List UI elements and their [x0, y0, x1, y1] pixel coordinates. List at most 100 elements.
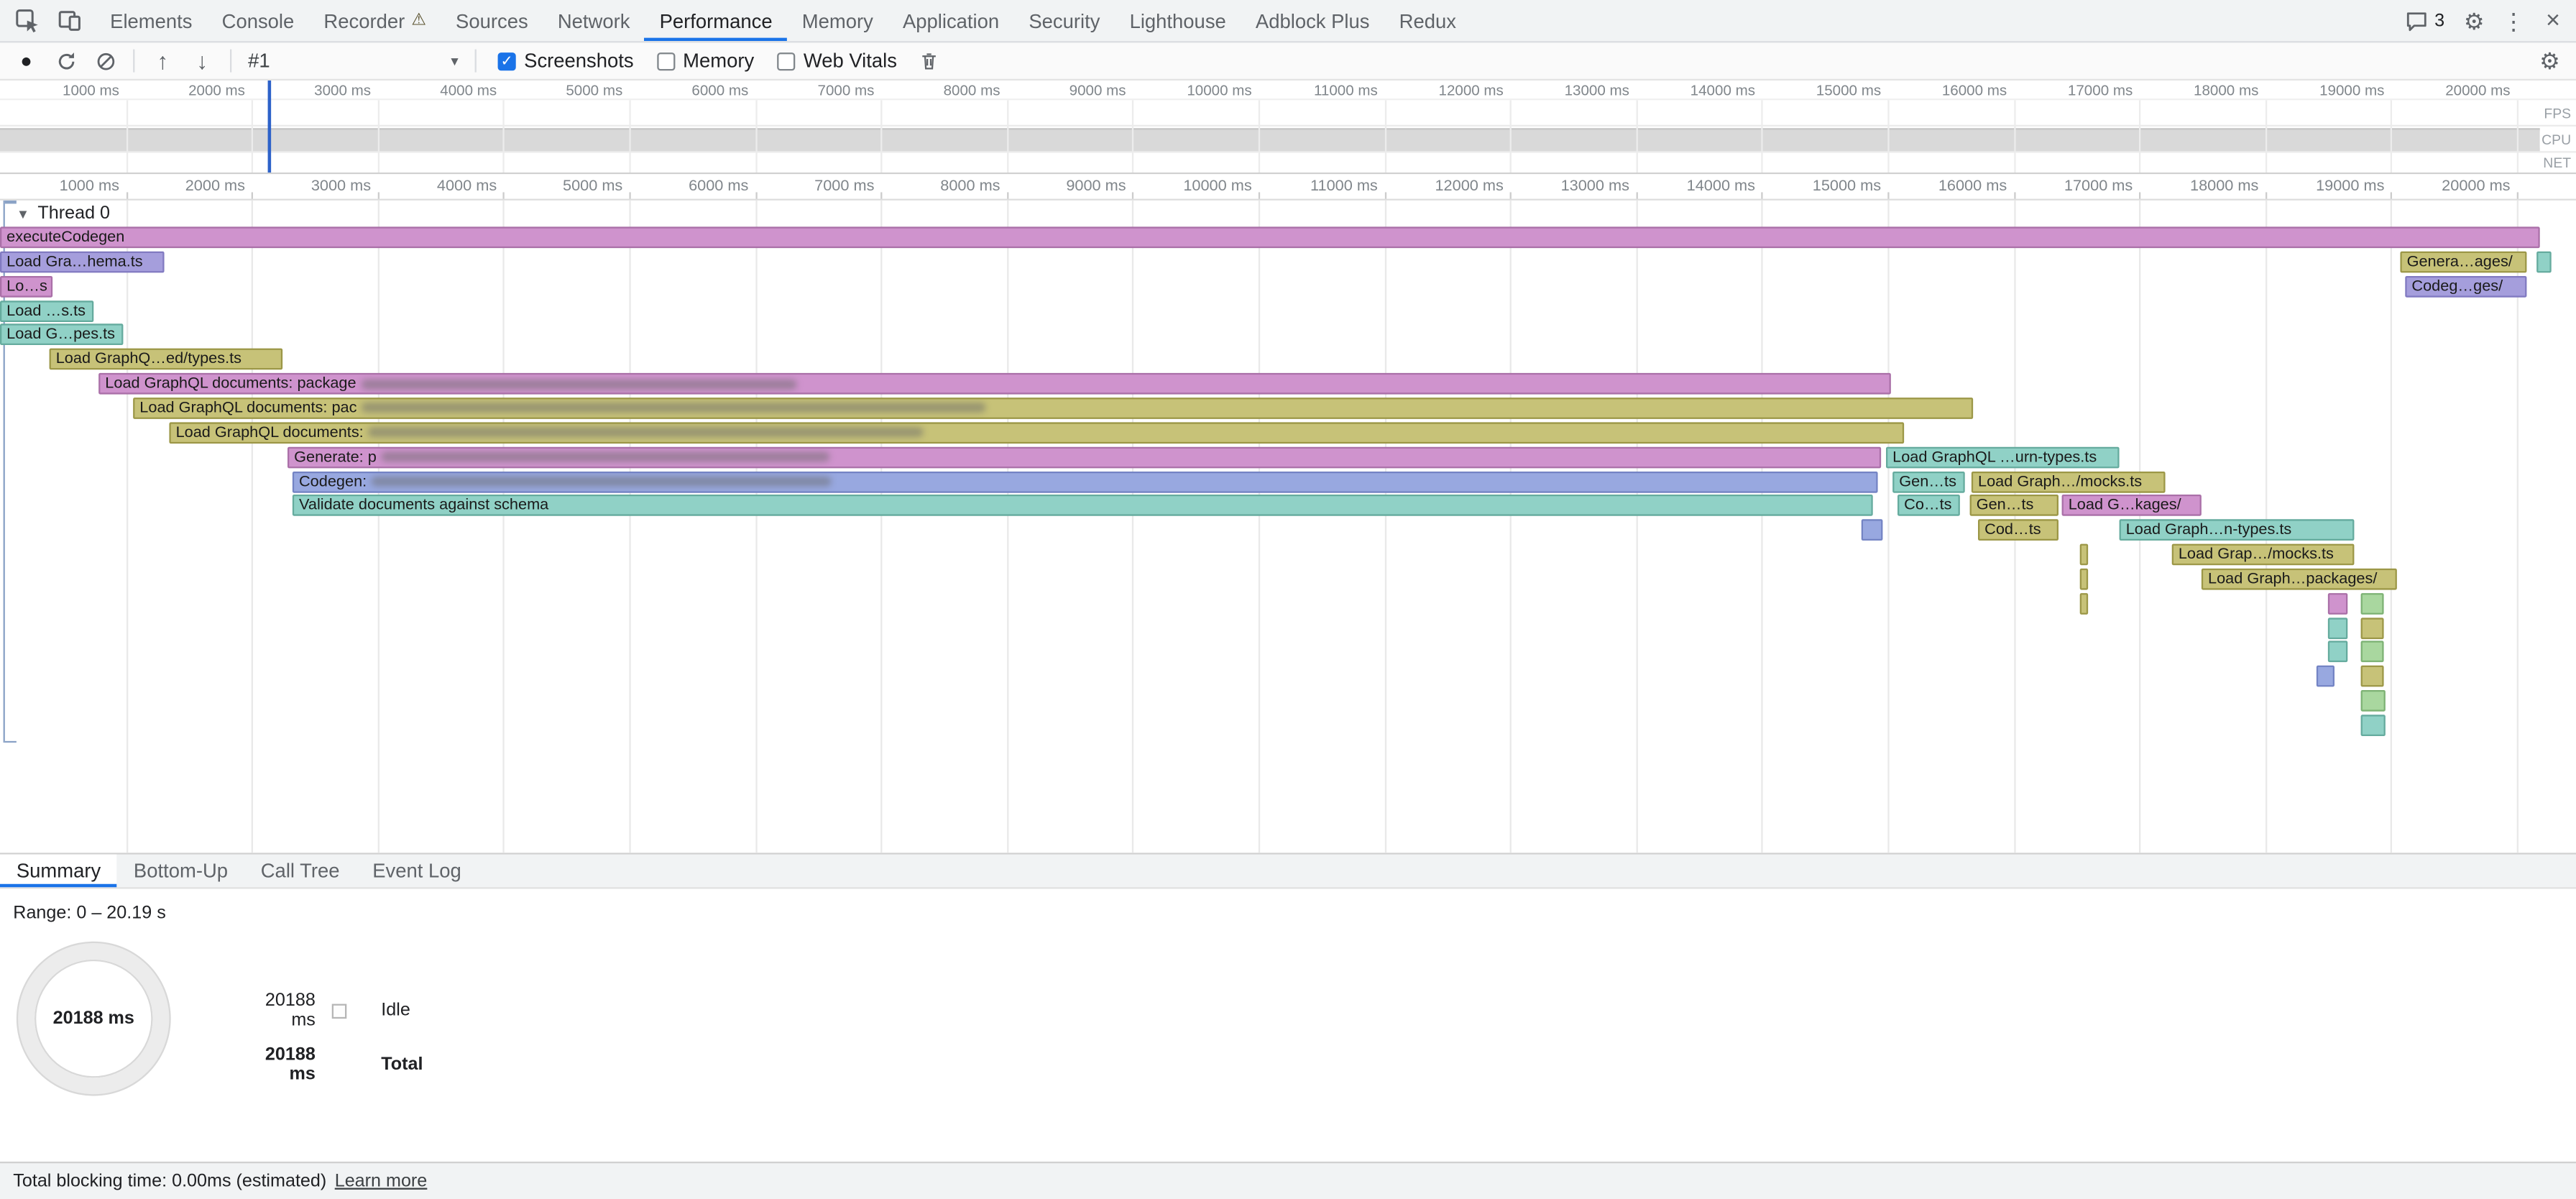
flame-bar[interactable]: Load Gra…hema.ts	[0, 251, 165, 272]
checkbox-box[interactable]	[657, 52, 675, 70]
drawer-tab-event-log[interactable]: Event Log	[356, 855, 477, 888]
checkbox-web-vitals[interactable]: Web Vitals	[777, 50, 897, 73]
record-button[interactable]: ●	[6, 42, 46, 78]
redacted-text	[361, 379, 796, 389]
tab-lighthouse[interactable]: Lighthouse	[1115, 0, 1241, 41]
tab-recorder[interactable]: Recorder⚠	[309, 0, 441, 41]
flame-bar[interactable]: Codegen:	[293, 471, 1878, 492]
timeline-overview[interactable]: 1000 ms2000 ms3000 ms4000 ms5000 ms6000 …	[0, 81, 2576, 174]
tab-network[interactable]: Network	[543, 0, 645, 41]
flame-bar[interactable]: Genera…ages/	[2400, 251, 2526, 272]
flame-bar[interactable]	[2361, 593, 2384, 615]
flame-bar[interactable]: Load GraphQL documents: package	[98, 373, 1891, 395]
tab-console[interactable]: Console	[207, 0, 309, 41]
drawer-tab-call-tree[interactable]: Call Tree	[244, 855, 356, 888]
flame-bar[interactable]: Load Grap…/mocks.ts	[2172, 544, 2355, 566]
redacted-text	[382, 452, 830, 462]
flame-bar[interactable]: Load GraphQL documents: pac	[133, 398, 1973, 419]
tab-memory[interactable]: Memory	[787, 0, 888, 41]
tick-label: 13000 ms	[1565, 82, 1629, 98]
ruler-tick	[1510, 192, 1512, 198]
flame-bar[interactable]: Load Graph…/mocks.ts	[1972, 471, 2166, 492]
flame-bar[interactable]: Cod…ts	[1978, 520, 2058, 541]
flame-bar[interactable]: Validate documents against schema	[293, 495, 1873, 517]
drawer-tab-bottom-up[interactable]: Bottom-Up	[117, 855, 244, 888]
flame-bar[interactable]	[2328, 617, 2347, 639]
flame-bar[interactable]	[2317, 666, 2334, 687]
flame-bar[interactable]: Load GraphQL documents:	[169, 422, 1904, 444]
flame-bar-label: Co…ts	[1904, 497, 1951, 515]
tab-adblock-plus[interactable]: Adblock Plus	[1241, 0, 1384, 41]
flame-bar[interactable]: Gen…ts	[1892, 471, 1965, 492]
drawer-tab-summary[interactable]: Summary	[0, 855, 117, 888]
issues-button[interactable]: 3	[2395, 0, 2455, 41]
reload-and-record-button[interactable]	[46, 42, 86, 78]
devtools-tabbar: ElementsConsoleRecorder⚠Sources Network Pe…	[0, 0, 2576, 42]
capture-settings-gear-icon[interactable]: ⚙	[2530, 50, 2570, 73]
tab-sources[interactable]: Sources	[441, 0, 543, 41]
tab-label: Network	[558, 9, 630, 32]
profile-select[interactable]: #1 ▾	[240, 45, 466, 76]
inspect-element-button[interactable]	[6, 0, 46, 41]
flame-bar[interactable]: Lo…s	[0, 275, 52, 297]
close-icon[interactable]: ×	[2534, 0, 2573, 41]
collapse-triangle-icon[interactable]: ▼	[17, 206, 29, 221]
flame-bar[interactable]	[2361, 641, 2384, 663]
flame-bar[interactable]: Load G…pes.ts	[0, 324, 123, 346]
flame-bar[interactable]: Load GraphQ…ed/types.ts	[50, 349, 283, 370]
flame-bar[interactable]: executeCodegen	[0, 226, 2540, 248]
flame-bar[interactable]	[2080, 569, 2088, 590]
tab-application[interactable]: Application	[888, 0, 1013, 41]
tab-elements[interactable]: Elements	[96, 0, 208, 41]
kebab-menu-icon[interactable]: ⋮	[2494, 0, 2534, 41]
checkbox-box[interactable]: ✓	[498, 52, 516, 70]
flame-bar[interactable]	[2361, 715, 2386, 736]
flame-bar[interactable]	[2328, 593, 2347, 615]
flame-bar[interactable]	[2328, 641, 2347, 663]
flame-bar[interactable]: Load Graph…packages/	[2202, 569, 2397, 590]
flame-bar[interactable]	[2080, 544, 2088, 566]
flame-bar[interactable]: Generate: p	[288, 446, 1881, 468]
tab-performance[interactable]: Performance	[645, 0, 787, 41]
flame-bar[interactable]: Gen…ts	[1970, 495, 2058, 517]
ruler-tick	[126, 192, 127, 198]
legend-label: Idle	[381, 1001, 423, 1020]
flame-bar[interactable]	[2361, 690, 2386, 712]
flame-bar[interactable]	[1862, 520, 1883, 541]
flamechart[interactable]: ▼ Thread 0 executeCodegen Load Gra…hema.t…	[0, 201, 2576, 853]
device-toolbar-button[interactable]	[50, 0, 89, 41]
flame-bar[interactable]	[2080, 593, 2088, 615]
checkbox-memory[interactable]: Memory	[657, 50, 755, 73]
flame-bar[interactable]	[2361, 617, 2384, 639]
checkbox-box[interactable]	[777, 52, 795, 70]
flame-bar[interactable]: Load Graph…n-types.ts	[2120, 520, 2355, 541]
flame-bar[interactable]	[2536, 251, 2552, 272]
tab-security[interactable]: Security	[1014, 0, 1115, 41]
tick-label: 1000 ms	[63, 82, 119, 98]
legend-swatch[interactable]	[332, 1003, 347, 1018]
tick-label: 2000 ms	[185, 178, 245, 196]
tick-label: 19000 ms	[2316, 178, 2384, 196]
settings-gear-icon[interactable]: ⚙	[2455, 0, 2494, 41]
flame-bar[interactable]: Load …s.ts	[0, 300, 93, 321]
tab-redux[interactable]: Redux	[1384, 0, 1471, 41]
load-profile-button[interactable]: ↑	[143, 42, 183, 78]
flame-bar[interactable]: Co…ts	[1898, 495, 1960, 517]
flame-bar[interactable]	[2361, 666, 2384, 687]
grid-line	[503, 201, 505, 853]
flame-bar[interactable]: Codeg…ges/	[2405, 275, 2526, 297]
playhead-marker[interactable]	[268, 81, 272, 173]
thread-track-header[interactable]: ▼ Thread 0	[17, 202, 110, 225]
flame-bar[interactable]: Load GraphQL …urn-types.ts	[1886, 446, 2120, 468]
clear-button[interactable]	[86, 42, 125, 78]
save-profile-button[interactable]: ↓	[183, 42, 222, 78]
flamechart-ruler: 1000 ms2000 ms3000 ms4000 ms5000 ms6000 …	[0, 174, 2576, 201]
checkbox-screenshots[interactable]: ✓Screenshots	[498, 50, 634, 73]
tick-label: 10000 ms	[1187, 82, 1251, 98]
learn-more-link[interactable]: Learn more	[335, 1172, 428, 1191]
flame-bar[interactable]: Load G…kages/	[2062, 495, 2202, 517]
garbage-collect-button[interactable]	[910, 42, 949, 78]
flame-bar-label: Load Graph…packages/	[2208, 570, 2377, 588]
tick-label: 4000 ms	[440, 82, 497, 98]
summary-panel: Range: 0 – 20.19 s 20188 ms 20188 msIdle…	[0, 889, 2576, 1162]
